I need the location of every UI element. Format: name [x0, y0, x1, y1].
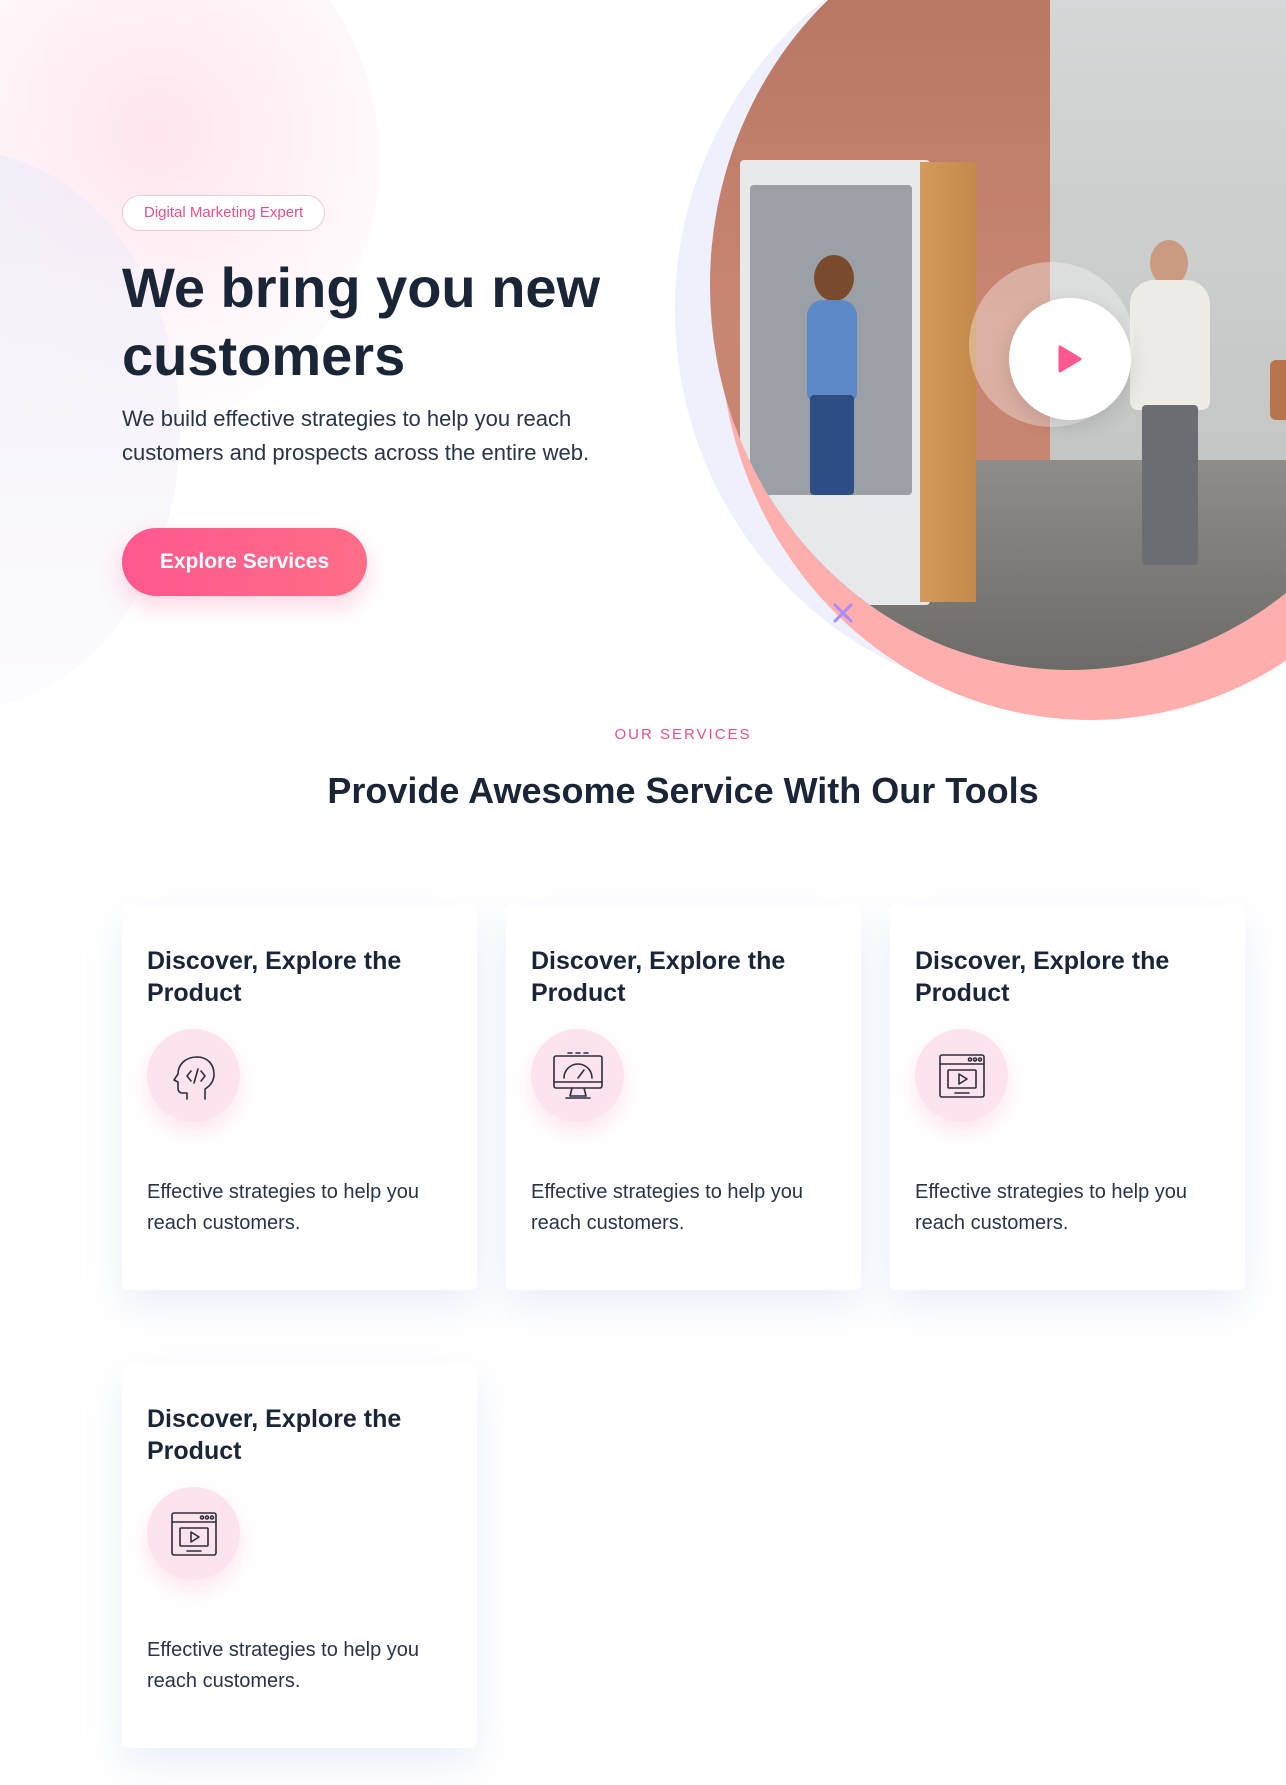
service-card[interactable]: Discover, Explore the Product Effective … [890, 905, 1245, 1290]
hero-badge: Digital Marketing Expert [122, 195, 326, 231]
service-card[interactable]: Discover, Explore the Product Effective … [506, 905, 861, 1290]
service-card-text: Effective strategies to help you reach c… [915, 1181, 1188, 1234]
service-card-title: Discover, Explore the Product [531, 947, 786, 1007]
explore-services-button[interactable]: Explore Services [122, 528, 367, 596]
service-card-title: Discover, Explore the Product [915, 947, 1170, 1007]
services-eyebrow: OUR SERVICES [614, 726, 752, 743]
browser-video-icon [915, 1029, 1008, 1122]
service-card[interactable]: Discover, Explore the Product Effective … [122, 905, 477, 1290]
code-head-icon [147, 1029, 240, 1122]
service-card-text: Effective strategies to help you reach c… [147, 1639, 420, 1692]
hero-title: We bring you new customers [122, 256, 601, 387]
play-icon [1058, 345, 1082, 373]
services-title: Provide Awesome Service With Our Tools [327, 770, 1039, 811]
page: Digital Marketing Expert We bring you ne… [0, 0, 1286, 1785]
service-card-text: Effective strategies to help you reach c… [147, 1181, 420, 1234]
monitor-gauge-icon [531, 1029, 624, 1122]
sparkle-icon [833, 603, 853, 623]
service-card-text: Effective strategies to help you reach c… [531, 1181, 804, 1234]
play-video-button[interactable] [1009, 298, 1131, 420]
service-card-title: Discover, Explore the Product [147, 947, 402, 1007]
browser-video-icon [147, 1487, 240, 1580]
service-card[interactable]: Discover, Explore the Product Effective … [122, 1363, 477, 1748]
service-card-title: Discover, Explore the Product [147, 1405, 402, 1465]
hero-subtitle: We build effective strategies to help yo… [122, 406, 590, 465]
